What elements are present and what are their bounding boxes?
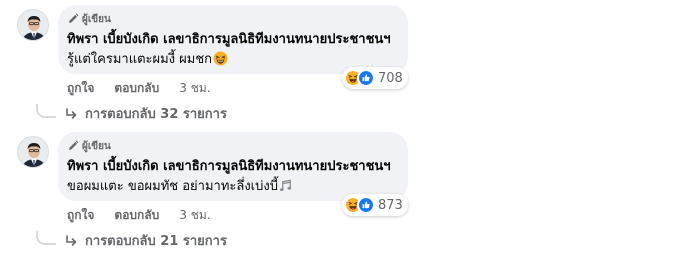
author-badge-label: ผู้เขียน [82, 140, 111, 152]
like-button[interactable]: ถูกใจ [67, 206, 94, 225]
comment-timestamp[interactable]: 3 ชม. [179, 79, 210, 98]
comment-bubble: ผู้เขียน ทิพรา เบี้ยบังเกิด เลขาธิการมูล… [58, 5, 408, 74]
thread-connector-line [36, 104, 56, 118]
comment-timestamp[interactable]: 3 ชม. [179, 206, 210, 225]
laughing-face-icon [213, 51, 228, 66]
view-replies-row: การตอบกลับ 21 รายการ [36, 223, 227, 251]
view-replies-label: การตอบกลับ 21 รายการ [85, 234, 227, 249]
reply-arrow-icon [66, 234, 77, 246]
comment-text: ขอผมแตะ ขอผมทัช อย่ามาทะลึ่งเบ่งบี้ [67, 177, 396, 196]
reaction-summary[interactable]: 873 [342, 194, 408, 216]
comment-bubble: ผู้เขียน ทิพรา เบี้ยบังเกิด เลขาธิการมูล… [58, 132, 408, 201]
thread-connector-line [36, 231, 56, 245]
view-replies-label: การตอบกลับ 32 รายการ [85, 107, 227, 122]
author-badge: ผู้เขียน [67, 12, 396, 26]
comment-author-name[interactable]: ทิพรา เบี้ยบังเกิด เลขาธิการมูลนิธิทีมงา… [67, 157, 396, 177]
reply-button[interactable]: ตอบกลับ [114, 79, 159, 98]
view-replies-link[interactable]: การตอบกลับ 21 รายการ [65, 230, 227, 251]
reaction-count: 873 [378, 197, 403, 213]
author-badge: ผู้เขียน [67, 139, 396, 153]
reply-arrow-icon [66, 107, 77, 119]
reaction-summary[interactable]: 708 [342, 67, 408, 89]
like-button[interactable]: ถูกใจ [67, 79, 94, 98]
view-replies-link[interactable]: การตอบกลับ 32 รายการ [65, 103, 227, 124]
avatar[interactable] [17, 9, 49, 41]
comment-author-name[interactable]: ทิพรา เบี้ยบังเกิด เลขาธิการมูลนิธิทีมงา… [67, 30, 396, 50]
comment-actions: ถูกใจ ตอบกลับ 3 ชม. [67, 80, 211, 96]
view-replies-row: การตอบกลับ 32 รายการ [36, 96, 227, 124]
reply-button[interactable]: ตอบกลับ [114, 206, 159, 225]
like-reaction-icon [357, 69, 375, 87]
pencil-icon [69, 140, 79, 150]
like-reaction-icon [357, 196, 375, 214]
reaction-count: 708 [378, 70, 403, 86]
comment-actions: ถูกใจ ตอบกลับ 3 ชม. [67, 207, 211, 223]
avatar[interactable] [17, 136, 49, 168]
pencil-icon [69, 13, 79, 23]
comment-text: รู้แต่ใครมาแตะผมงี้ ผมชก [67, 50, 396, 69]
avatar-photo-icon [18, 137, 48, 167]
author-badge-label: ผู้เขียน [82, 13, 111, 25]
comment-text-content: ขอผมแตะ ขอผมทัช อย่ามาทะลึ่งเบ่งบี้ [67, 179, 278, 194]
music-note-icon [279, 179, 292, 192]
comment-text-content: รู้แต่ใครมาแตะผมงี้ ผมชก [67, 52, 213, 67]
avatar-photo-icon [18, 10, 48, 40]
